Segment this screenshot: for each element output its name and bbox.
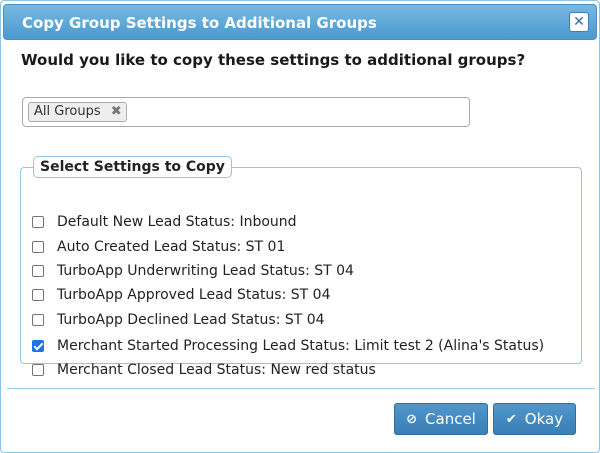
- setting-option[interactable]: TurboApp Underwriting Lead Status: ST 04: [32, 262, 354, 280]
- checkmark-icon: ✔: [505, 411, 517, 427]
- setting-checkbox[interactable]: [32, 265, 44, 277]
- setting-label: Default New Lead Status: Inbound: [57, 214, 297, 230]
- copy-group-settings-dialog: Copy Group Settings to Additional Groups…: [0, 0, 600, 453]
- setting-checkbox[interactable]: [32, 364, 44, 376]
- setting-option[interactable]: Default New Lead Status: Inbound: [32, 213, 297, 231]
- tag-label: All Groups: [34, 104, 101, 119]
- dialog-title: Copy Group Settings to Additional Groups: [22, 14, 377, 32]
- footer-divider: [7, 388, 595, 389]
- setting-label: Auto Created Lead Status: ST 01: [57, 239, 286, 255]
- close-button[interactable]: ✕: [569, 12, 589, 32]
- setting-checkbox[interactable]: [32, 340, 44, 352]
- setting-label: Merchant Closed Lead Status: New red sta…: [57, 362, 376, 378]
- setting-checkbox[interactable]: [32, 314, 44, 326]
- cancel-icon: ⊘: [406, 411, 418, 427]
- settings-legend: Select Settings to Copy: [33, 156, 232, 178]
- setting-checkbox[interactable]: [32, 216, 44, 228]
- setting-label: Merchant Started Processing Lead Status:…: [57, 338, 545, 354]
- setting-label: TurboApp Approved Lead Status: ST 04: [57, 287, 331, 303]
- remove-tag-icon[interactable]: ✖: [111, 103, 122, 121]
- setting-option[interactable]: Merchant Started Processing Lead Status:…: [32, 337, 544, 355]
- setting-option[interactable]: Auto Created Lead Status: ST 01: [32, 238, 285, 256]
- setting-label: TurboApp Underwriting Lead Status: ST 04: [57, 263, 354, 279]
- groups-select-input[interactable]: All Groups ✖: [22, 97, 470, 127]
- cancel-button-label: Cancel: [425, 410, 476, 428]
- close-icon: ✕: [573, 14, 585, 30]
- cancel-button[interactable]: ⊘ Cancel: [394, 403, 488, 435]
- setting-option[interactable]: TurboApp Approved Lead Status: ST 04: [32, 286, 330, 304]
- selected-group-tag: All Groups ✖: [28, 102, 127, 122]
- okay-button-label: Okay: [524, 410, 564, 428]
- setting-option[interactable]: Merchant Closed Lead Status: New red sta…: [32, 361, 376, 379]
- setting-checkbox[interactable]: [32, 241, 44, 253]
- okay-button[interactable]: ✔ Okay: [493, 403, 576, 435]
- setting-checkbox[interactable]: [32, 289, 44, 301]
- setting-label: TurboApp Declined Lead Status: ST 04: [57, 312, 325, 328]
- settings-fieldset: Select Settings to Copy Default New Lead…: [20, 156, 582, 378]
- setting-option[interactable]: TurboApp Declined Lead Status: ST 04: [32, 311, 325, 329]
- question-text: Would you like to copy these settings to…: [21, 51, 526, 69]
- dialog-titlebar: Copy Group Settings to Additional Groups…: [3, 4, 597, 40]
